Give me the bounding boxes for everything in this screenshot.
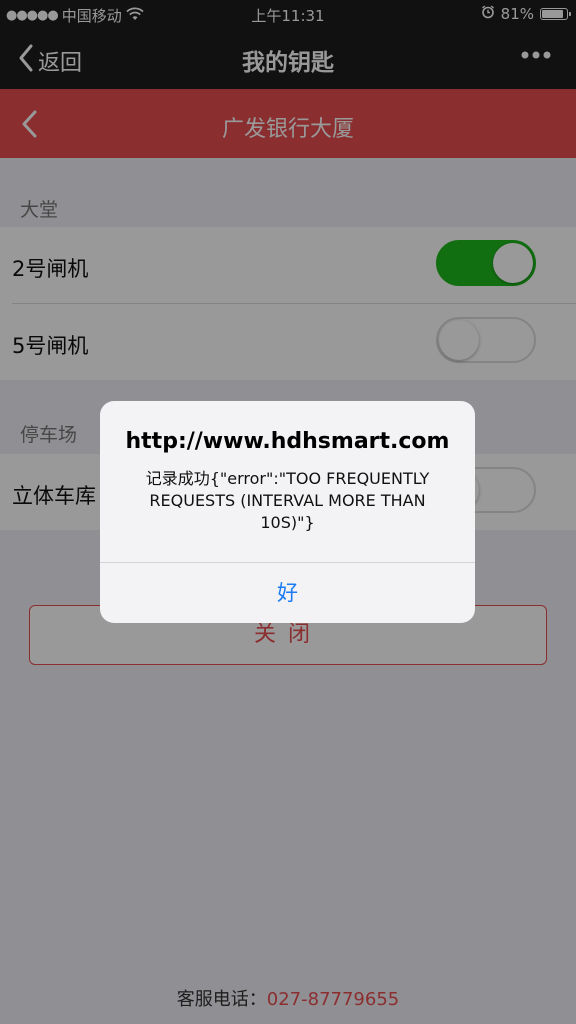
alert-title: http://www.hdhsmart.com [125,429,450,454]
alert-message: 记录成功{"error":"TOO FREQUENTLY REQUESTS (I… [145,469,430,532]
alert-ok-button[interactable]: 好 [100,562,475,623]
alert-dialog: http://www.hdhsmart.com 记录成功{"error":"TO… [100,401,475,623]
